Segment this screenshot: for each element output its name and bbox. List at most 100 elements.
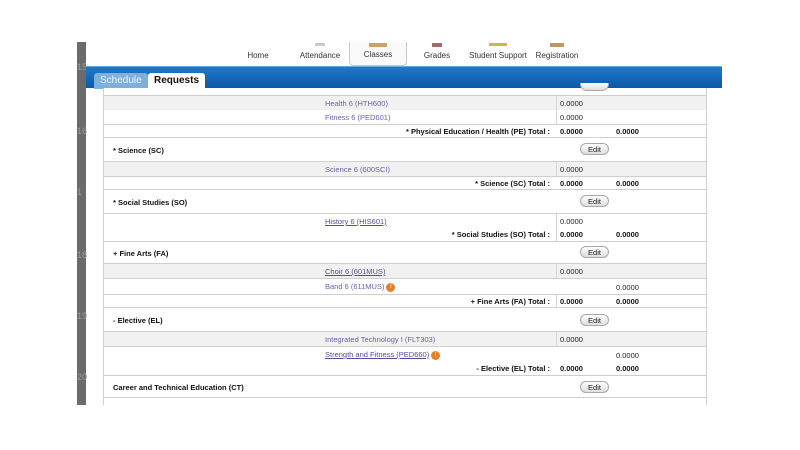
table-row: Strength and Fitness (PED660)! 0.0000 <box>104 346 706 362</box>
course-link[interactable]: Strength and Fitness (PED660)! <box>325 350 441 360</box>
total-value: 0.0000 <box>616 297 639 306</box>
rail-number: 1 <box>77 187 83 197</box>
total-label: * Physical Education / Health (PE) Total… <box>405 127 550 136</box>
grades-icon <box>426 42 448 48</box>
total-label: + Fine Arts (FA) Total : <box>470 297 550 306</box>
section-label: + Fine Arts (FA) <box>113 249 169 258</box>
requests-table: Health 6 (HTH600) 0.0000 Fitness 6 (PED6… <box>103 83 707 405</box>
total-value: 0.0000 <box>560 127 583 136</box>
credit-value: 0.0000 <box>560 217 583 226</box>
credit-value: 0.0000 <box>560 335 583 344</box>
nav-student-support-label: Student Support <box>469 51 527 60</box>
nav-registration-label: Registration <box>535 51 579 60</box>
section-label: - Elective (EL) <box>113 316 163 325</box>
nav-grades[interactable]: Grades <box>416 42 458 66</box>
section-label: Career and Technical Education (CT) <box>113 383 244 392</box>
column-divider <box>556 295 557 307</box>
table-row: Health 6 (HTH600) 0.0000 <box>104 95 706 110</box>
course-link-text: Band 6 (611MUS) <box>325 282 385 291</box>
rail-number: 18 <box>77 250 88 260</box>
table-row: Fitness 6 (PED601) 0.0000 <box>104 110 706 124</box>
column-divider <box>556 162 557 176</box>
total-row: * Social Studies (SO) Total : 0.0000 0.0… <box>104 228 706 242</box>
table-row: Science 6 (600SCI) 0.0000 <box>104 162 706 176</box>
student-support-icon <box>487 42 509 48</box>
rail-number: 16 <box>77 126 88 136</box>
classes-icon <box>367 42 389 48</box>
course-link[interactable]: Band 6 (611MUS)! <box>325 282 396 292</box>
column-divider <box>556 264 557 278</box>
section-header: * Science (SC) Edit <box>104 138 706 162</box>
column-divider <box>556 110 557 124</box>
tab-bar: Schedule Requests <box>86 66 722 89</box>
info-icon[interactable]: ! <box>431 350 441 360</box>
total-label: - Elective (EL) Total : <box>476 364 550 373</box>
total-value: 0.0000 <box>560 297 583 306</box>
table-row: Band 6 (611MUS)! 0.0000 <box>104 278 706 294</box>
total-row: + Fine Arts (FA) Total : 0.0000 0.0000 <box>104 294 706 308</box>
total-value: 0.0000 <box>560 364 583 373</box>
edit-button[interactable]: Edit <box>580 195 609 207</box>
nav-registration[interactable]: Registration <box>534 42 580 66</box>
info-icon[interactable]: ! <box>386 282 396 292</box>
nav-home[interactable]: Home <box>238 42 278 66</box>
course-link-text: Strength and Fitness (PED660) <box>325 350 430 359</box>
nav-classes-label: Classes <box>363 50 393 59</box>
total-label: * Social Studies (SO) Total : <box>451 230 550 239</box>
nav-classes[interactable]: Classes <box>349 42 407 66</box>
course-link[interactable]: History 6 (HIS601) <box>325 217 387 226</box>
total-label: * Science (SC) Total : <box>475 179 550 188</box>
edit-button[interactable]: Edit <box>580 381 609 393</box>
tab-schedule[interactable]: Schedule <box>94 73 148 89</box>
tab-requests[interactable]: Requests <box>148 73 206 89</box>
total-value: 0.0000 <box>616 127 639 136</box>
course-link[interactable]: Science 6 (600SCI) <box>325 165 390 174</box>
edit-button[interactable]: Edit <box>580 314 609 326</box>
credit-value: 0.0000 <box>560 99 583 108</box>
total-value: 0.0000 <box>560 179 583 188</box>
column-divider <box>556 228 557 241</box>
section-header: + Fine Arts (FA) Edit <box>104 242 706 264</box>
credit-value: 0.0000 <box>560 113 583 122</box>
column-divider <box>556 96 557 110</box>
nav-student-support[interactable]: Student Support <box>466 42 530 66</box>
screen: 15 16 1 18 19 20 Home Attendance Classes… <box>0 0 800 450</box>
course-link[interactable]: Integrated Technology I (FLT303) <box>325 335 435 344</box>
section-label: * Science (SC) <box>113 146 164 155</box>
credit-value: 0.0000 <box>560 267 583 276</box>
total-value: 0.0000 <box>560 230 583 239</box>
table-row: Integrated Technology I (FLT303) 0.0000 <box>104 332 706 346</box>
section-label: * Social Studies (SO) <box>113 198 188 207</box>
course-link[interactable]: Choir 6 (601MUS) <box>325 267 385 276</box>
nav-grades-label: Grades <box>423 51 451 60</box>
column-divider <box>556 214 557 228</box>
total-value: 0.0000 <box>616 179 639 188</box>
credit-value: 0.0000 <box>616 283 639 292</box>
top-nav: Home Attendance Classes Grades Student S… <box>86 42 722 66</box>
section-header: * Social Studies (SO) Edit <box>104 190 706 214</box>
total-row: - Elective (EL) Total : 0.0000 0.0000 <box>104 362 706 376</box>
total-value: 0.0000 <box>616 230 639 239</box>
edit-button[interactable]: Edit <box>580 246 609 258</box>
edit-button-partial[interactable] <box>580 83 609 91</box>
course-link[interactable]: Health 6 (HTH600) <box>325 99 388 108</box>
nav-home-label: Home <box>247 51 269 60</box>
total-row: * Physical Education / Health (PE) Total… <box>104 124 706 138</box>
credit-value: 0.0000 <box>616 351 639 360</box>
table-row: Choir 6 (601MUS) 0.0000 <box>104 264 706 278</box>
table-row: History 6 (HIS601) 0.0000 <box>104 214 706 228</box>
edit-button[interactable]: Edit <box>580 143 609 155</box>
section-header: Career and Technical Education (CT) Edit <box>104 376 706 398</box>
nav-attendance[interactable]: Attendance <box>294 42 346 66</box>
total-value: 0.0000 <box>616 364 639 373</box>
nav-attendance-label: Attendance <box>299 51 341 60</box>
column-divider <box>556 332 557 346</box>
course-link[interactable]: Fitness 6 (PED601) <box>325 113 390 122</box>
attendance-icon <box>309 42 331 48</box>
registration-icon <box>546 42 568 48</box>
rail-number: 19 <box>77 311 88 321</box>
credit-value: 0.0000 <box>560 165 583 174</box>
left-rail <box>77 42 86 405</box>
section-header: - Elective (EL) Edit <box>104 308 706 332</box>
rail-number: 20 <box>77 372 88 382</box>
